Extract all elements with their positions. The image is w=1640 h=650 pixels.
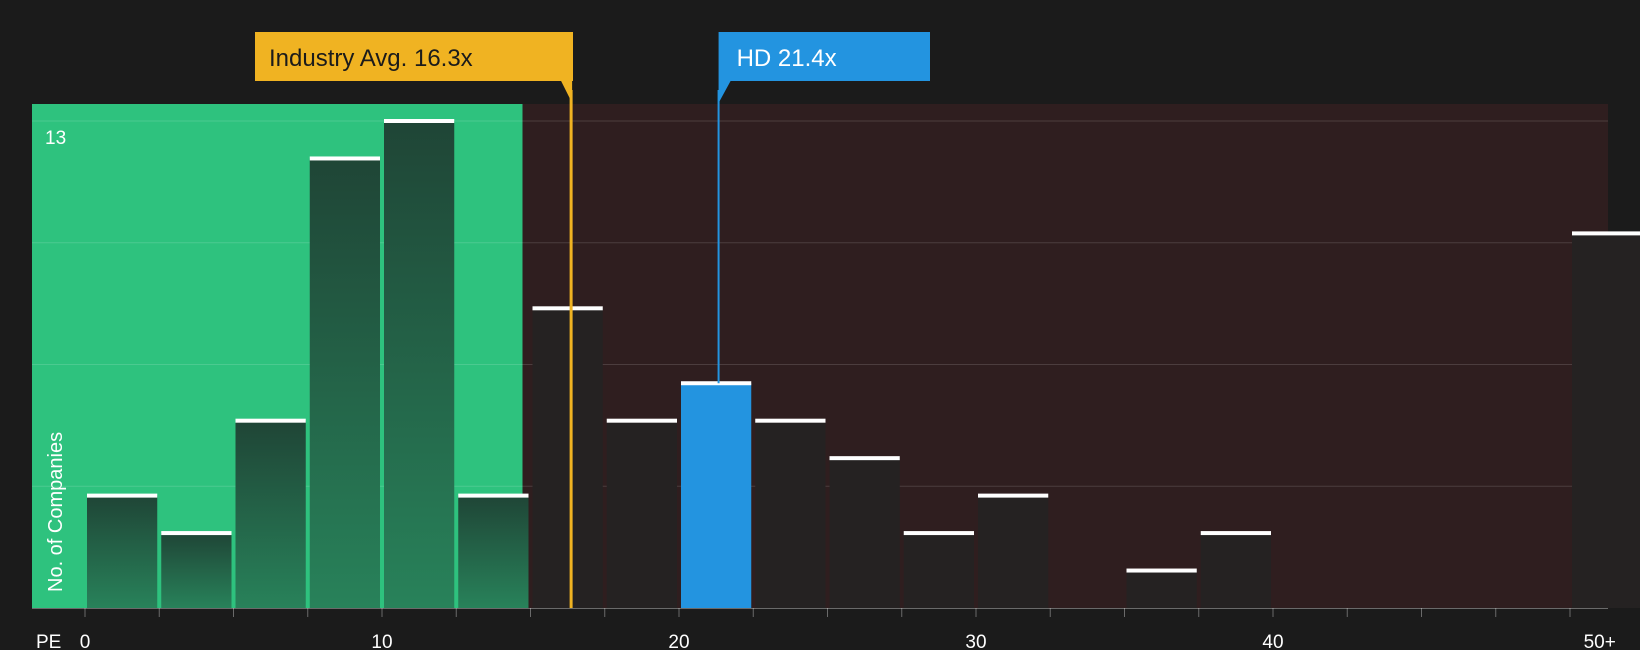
bar-top-cap xyxy=(903,531,974,536)
histogram-bar xyxy=(829,458,900,608)
bar-top-cap xyxy=(458,493,529,498)
bar-top-cap xyxy=(532,306,603,311)
x-tick-label: 40 xyxy=(1262,632,1283,650)
histogram-bar xyxy=(903,533,974,608)
y-axis-label: No. of Companies xyxy=(45,432,67,592)
bar-top-cap xyxy=(1126,568,1197,573)
bar-top-cap xyxy=(384,119,455,123)
bar-top-cap xyxy=(1200,531,1271,536)
x-tick-label: 0 xyxy=(80,632,91,650)
bar-top-cap xyxy=(829,456,900,461)
x-tick-label: 50+ xyxy=(1584,632,1616,650)
histogram-bar xyxy=(235,420,306,608)
histogram-bar xyxy=(978,495,1049,608)
bar-top-cap xyxy=(235,418,306,423)
chart-svg: 0 10 20 30 40 50+ PE 13 No. of Companies Industry… xyxy=(32,32,1640,650)
bar-top-cap xyxy=(1572,231,1640,236)
bar-top-cap xyxy=(755,418,826,423)
highlighted-bar xyxy=(681,383,752,608)
x-axis-label: PE xyxy=(36,632,61,650)
bar-top-cap xyxy=(681,381,752,386)
histogram-bar xyxy=(1126,570,1197,608)
pe-histogram-chart: 0 10 20 30 40 50+ PE 13 No. of Companies Industry… xyxy=(0,0,1640,650)
x-tick-label: 10 xyxy=(371,632,392,650)
y-tick-label: 13 xyxy=(45,128,66,149)
industry-average-label: Industry Avg. 16.3x xyxy=(269,45,473,72)
bar-top-cap xyxy=(606,418,677,423)
bar-top-cap xyxy=(161,531,232,536)
histogram-bar xyxy=(458,495,529,608)
company-pe-label: HD 21.4x xyxy=(737,45,837,72)
histogram-bar xyxy=(1200,533,1271,608)
histogram-bar xyxy=(384,121,455,608)
histogram-bar xyxy=(161,533,232,608)
histogram-bar xyxy=(1572,233,1640,608)
x-tick-label: 20 xyxy=(668,632,689,650)
bar-top-cap xyxy=(309,156,380,161)
histogram-bar xyxy=(87,495,158,608)
bar-top-cap xyxy=(87,493,158,498)
histogram-bar xyxy=(532,308,603,608)
histogram-bar xyxy=(309,158,380,608)
histogram-bar xyxy=(755,420,826,608)
x-tick-label: 30 xyxy=(965,632,986,650)
bar-top-cap xyxy=(978,493,1049,498)
histogram-bar xyxy=(606,420,677,608)
